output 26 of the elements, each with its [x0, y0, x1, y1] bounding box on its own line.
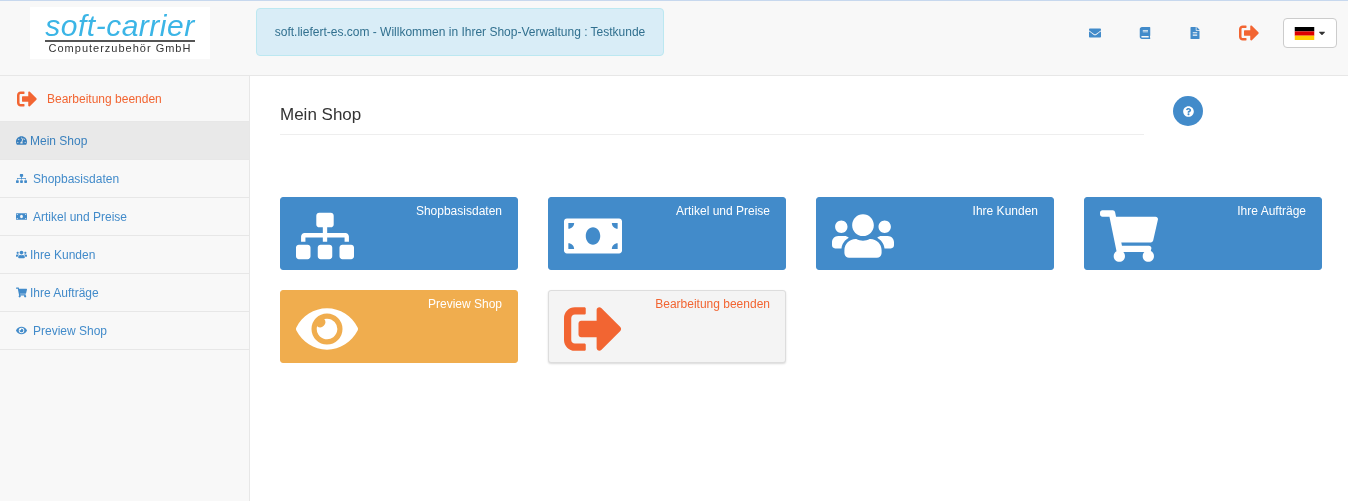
document-icon[interactable] — [1189, 27, 1201, 39]
logo-tagline: Computerzubehör GmbH — [48, 42, 192, 54]
users-icon — [16, 249, 27, 260]
cart-icon — [16, 287, 27, 298]
logout-icon[interactable] — [1239, 23, 1259, 43]
shortcut-tile[interactable]: Ihre Kunden — [816, 197, 1054, 270]
language-dropdown[interactable] — [1283, 18, 1337, 48]
page-title: Mein Shop — [280, 96, 1144, 135]
shortcut-tile[interactable]: Artikel und Preise — [548, 197, 786, 270]
german-flag-icon — [1293, 26, 1315, 40]
sitemap-icon — [16, 173, 27, 184]
exit-label: Bearbeitung beenden — [47, 91, 162, 106]
shortcut-tile[interactable]: Preview Shop — [280, 290, 518, 363]
sidebar-item[interactable]: Mein Shop — [0, 122, 249, 160]
dashboard-icon — [16, 135, 27, 146]
shortcut-tile[interactable]: Ihre Aufträge — [1084, 197, 1322, 270]
logo-name: soft-carrier — [45, 12, 195, 42]
welcome-alert: soft.liefert-es.com - Willkommen in Ihrer Shop-Verwaltung : Testkunde — [256, 7, 664, 56]
book-icon[interactable] — [1139, 27, 1151, 39]
banknote-icon — [16, 211, 27, 222]
mail-icon[interactable] — [1089, 27, 1101, 39]
eye-icon — [16, 325, 27, 336]
help-icon — [1182, 105, 1194, 117]
help-button[interactable] — [1173, 96, 1203, 126]
shortcut-tile[interactable]: Shopbasisdaten — [280, 197, 518, 270]
shortcut-tile[interactable]: Bearbeitung beenden — [548, 290, 786, 363]
